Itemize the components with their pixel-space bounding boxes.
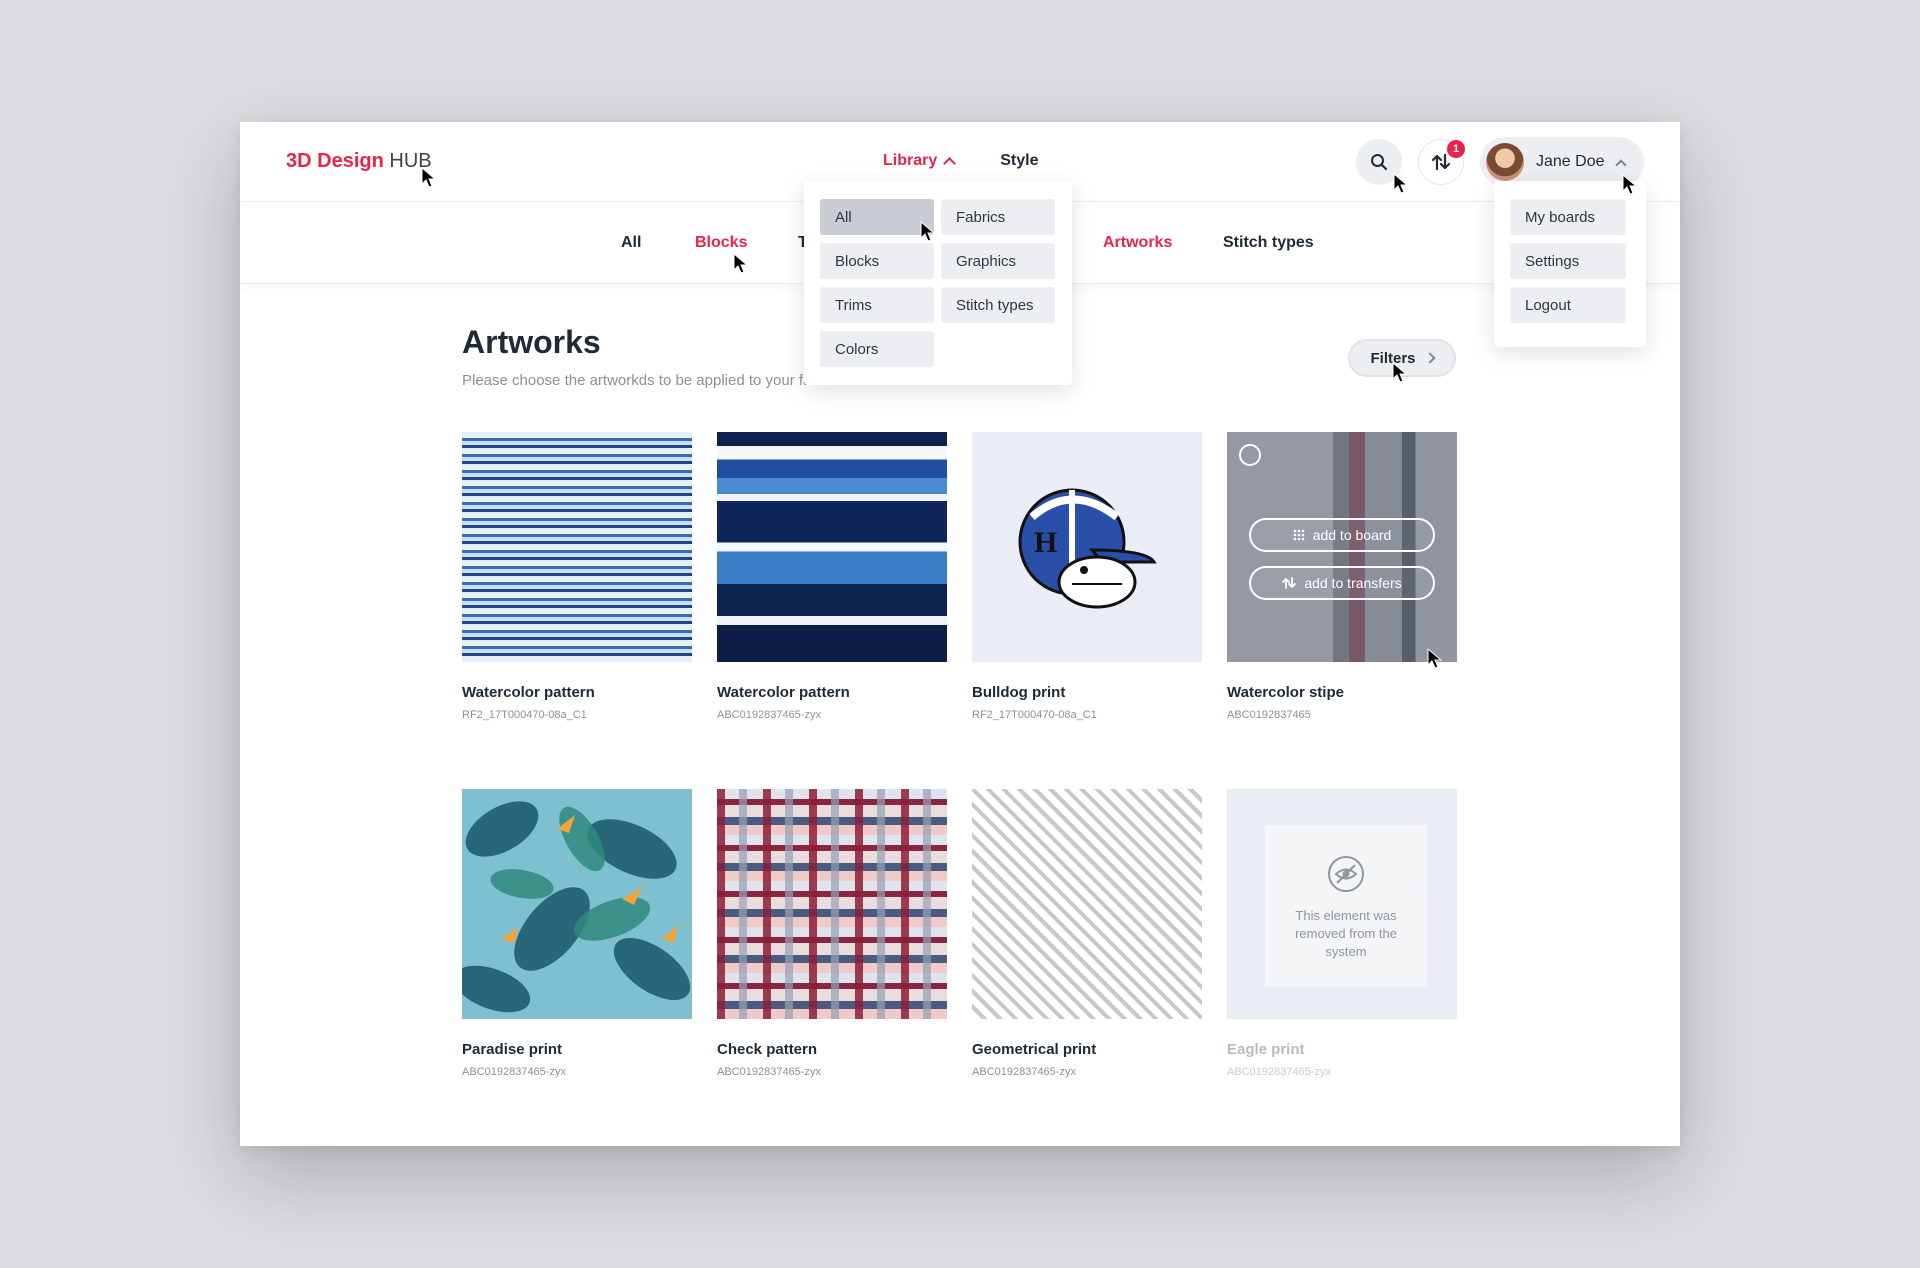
search-button[interactable]: [1356, 139, 1402, 185]
subnav-stitch-types[interactable]: Stitch types: [1223, 234, 1314, 252]
add-to-board-button[interactable]: add to board: [1249, 518, 1435, 552]
menu-item-stitch-types[interactable]: Stitch types: [941, 287, 1055, 323]
chevron-up-icon: [1614, 158, 1627, 171]
artwork-card[interactable]: Check pattern ABC0192837465-zyx: [717, 789, 947, 1078]
menu-item-colors[interactable]: Colors: [820, 331, 934, 367]
logo-suffix: HUB: [389, 150, 432, 172]
chevron-up-icon: [943, 157, 957, 170]
artwork-card[interactable]: add to board add to transfers Watercolor…: [1227, 432, 1457, 721]
artwork-card[interactable]: Geometrical print ABC0192837465-zyx: [972, 789, 1202, 1078]
user-menu-toggle[interactable]: Jane Doe: [1480, 137, 1644, 187]
menu-item-all[interactable]: All: [820, 199, 934, 235]
artwork-name: Watercolor stipe: [1227, 684, 1344, 701]
artwork-card[interactable]: Paradise print ABC0192837465-zyx: [462, 789, 692, 1078]
add-to-transfers-label: add to transfers: [1304, 575, 1402, 591]
artwork-card[interactable]: Watercolor pattern ABC0192837465-zyx: [717, 432, 947, 721]
artwork-name: Bulldog print: [972, 684, 1066, 701]
artwork-name: Watercolor pattern: [462, 684, 595, 701]
artwork-code: ABC0192837465: [1227, 709, 1311, 721]
artwork-thumbnail[interactable]: [717, 432, 947, 662]
menu-item-trims[interactable]: Trims: [820, 287, 934, 323]
menu-item-settings[interactable]: Settings: [1510, 243, 1626, 279]
grid-icon: [1293, 529, 1304, 541]
logo[interactable]: 3D Design HUB: [286, 150, 432, 173]
artwork-name: Eagle print: [1227, 1041, 1305, 1058]
nav-library[interactable]: Library: [883, 152, 957, 170]
subnav-blocks[interactable]: Blocks: [695, 234, 747, 252]
menu-item-graphics[interactable]: Graphics: [941, 243, 1055, 279]
artwork-thumbnail[interactable]: H: [972, 432, 1202, 662]
main-nav: Library Style: [883, 152, 1039, 170]
removed-text: This element was removed from the system: [1295, 908, 1397, 959]
artwork-code: ABC0192837465-zyx: [1227, 1066, 1331, 1078]
artwork-thumbnail[interactable]: [717, 789, 947, 1019]
bulldog-illustration: H: [1018, 488, 1157, 609]
chevron-right-icon: [1423, 352, 1436, 364]
filters-button[interactable]: Filters: [1348, 339, 1456, 377]
menu-item-fabrics[interactable]: Fabrics: [941, 199, 1055, 235]
user-name: Jane Doe: [1536, 153, 1605, 170]
library-dropdown: All Fabrics Blocks Graphics Trims Stitch…: [804, 181, 1072, 385]
logo-brand: 3D Design: [286, 150, 384, 172]
artwork-code: RF2_17T000470-08a_C1: [462, 709, 587, 721]
artwork-card[interactable]: H Bulldog print RF2_17T000470-08a_C1: [972, 432, 1202, 721]
page-title: Artworks: [462, 324, 601, 360]
menu-item-my-boards[interactable]: My boards: [1510, 199, 1626, 235]
transfer-arrows-icon: [1282, 577, 1297, 589]
artwork-name: Check pattern: [717, 1041, 818, 1058]
artwork-name: Paradise print: [462, 1041, 563, 1058]
svg-text:H: H: [1034, 526, 1057, 559]
removed-notice: This element was removed from the system: [1265, 825, 1427, 987]
notification-badge: 1: [1447, 140, 1465, 158]
artwork-thumbnail: This element was removed from the system: [1227, 789, 1457, 1019]
select-checkbox[interactable]: [1239, 444, 1261, 466]
subnav-artworks[interactable]: Artworks: [1103, 234, 1172, 252]
add-to-board-label: add to board: [1312, 527, 1392, 543]
artwork-thumbnail[interactable]: [972, 789, 1202, 1019]
artwork-name: Geometrical print: [972, 1041, 1097, 1058]
transfers-button[interactable]: 1: [1418, 139, 1465, 185]
artwork-card-removed: This element was removed from the system…: [1227, 789, 1457, 1078]
page-subtitle: Please choose the artworkds to be applie…: [462, 372, 840, 389]
artwork-card[interactable]: Watercolor pattern RF2_17T000470-08a_C1: [462, 432, 692, 721]
artwork-code: ABC0192837465-zyx: [717, 709, 821, 721]
artwork-thumbnail[interactable]: [462, 432, 692, 662]
nav-library-label: Library: [883, 152, 938, 169]
menu-item-blocks[interactable]: Blocks: [820, 243, 934, 279]
menu-item-logout[interactable]: Logout: [1510, 287, 1626, 323]
nav-style[interactable]: Style: [1000, 152, 1038, 170]
tropical-leaves-illustration: [462, 801, 691, 1013]
add-to-transfers-button[interactable]: add to transfers: [1249, 566, 1435, 600]
artwork-code: ABC0192837465-zyx: [972, 1066, 1076, 1078]
transfer-arrows-icon: [1431, 153, 1451, 171]
artwork-code: RF2_17T000470-08a_C1: [972, 709, 1097, 721]
artwork-code: ABC0192837465-zyx: [717, 1066, 821, 1078]
artwork-thumbnail[interactable]: add to board add to transfers: [1227, 432, 1457, 662]
filters-label: Filters: [1370, 349, 1416, 367]
artwork-name: Watercolor pattern: [717, 684, 850, 701]
artwork-code: ABC0192837465-zyx: [462, 1066, 566, 1078]
eye-off-icon: [1328, 856, 1364, 892]
avatar: [1486, 143, 1524, 181]
search-icon: [1371, 154, 1388, 171]
subnav-all[interactable]: All: [621, 234, 641, 252]
user-dropdown: My boards Settings Logout: [1494, 181, 1646, 347]
artwork-thumbnail[interactable]: [462, 789, 692, 1019]
